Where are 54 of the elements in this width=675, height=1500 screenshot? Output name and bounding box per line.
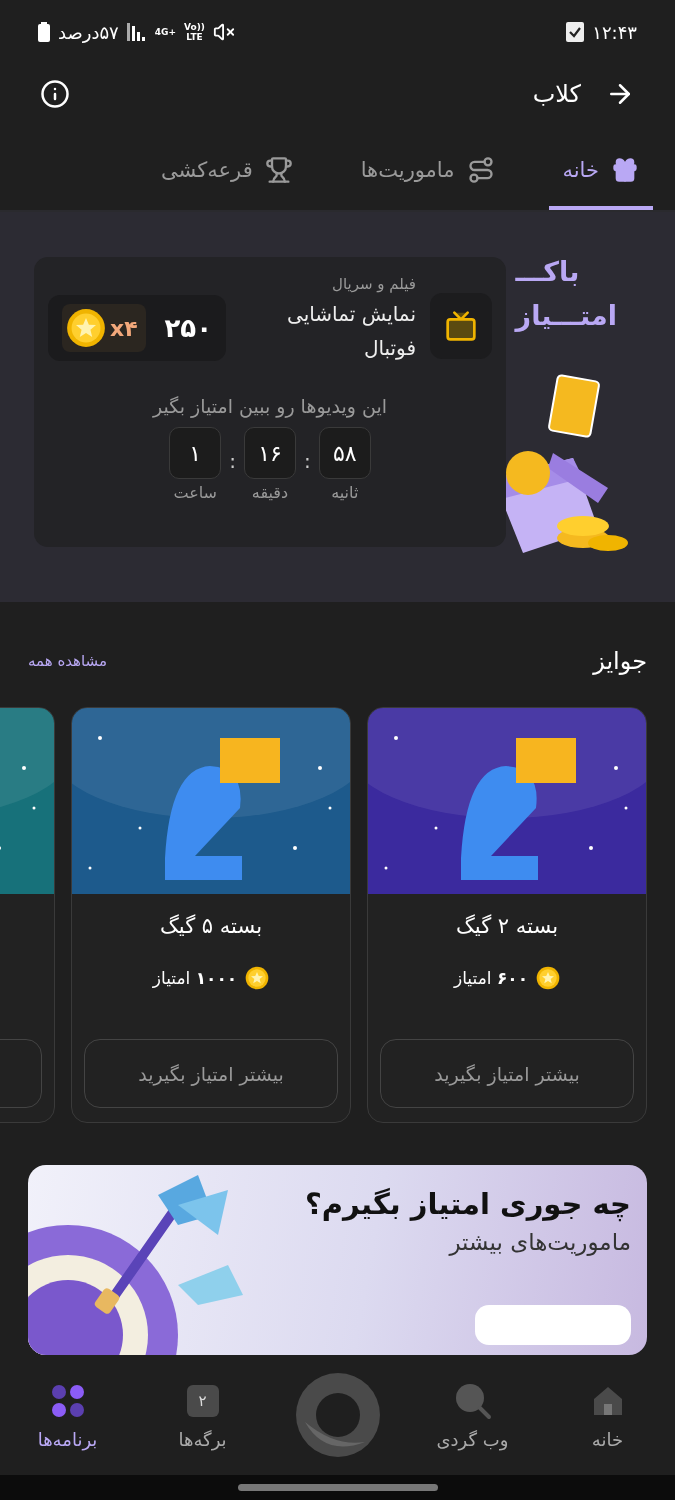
signal-icon [126, 23, 147, 42]
countdown-value: ۵۸ [318, 427, 371, 480]
prize-points: ۶۰۰ امتیاز [454, 968, 528, 988]
clipboard-check-icon [566, 22, 585, 43]
prize-title: بسته ۲ گیگ [456, 914, 558, 938]
countdown-value: ۱۶ [244, 427, 296, 480]
nav-item[interactable]: برنامه‌ها [0, 1380, 135, 1450]
countdown-unit: ساعت [173, 483, 218, 503]
promo-card[interactable]: چه جوری امتیاز بگیرم؟ ماموریت‌های بیشتر [28, 1165, 647, 1355]
ring-logo-icon[interactable] [294, 1372, 381, 1458]
coin-icon [66, 308, 106, 349]
gift-icon [611, 156, 639, 185]
prize-title: بسته ۵ گیگ [160, 914, 262, 938]
prize-card[interactable]: بسته ۵ گیگ ۱۰۰۰ امتیاز بیشتر امتیاز بگیرید [71, 707, 351, 1123]
multiplier-value: x۴ [110, 315, 138, 341]
tabs-count-icon: ۲ [186, 1384, 219, 1417]
tv-icon [445, 310, 477, 343]
nav-item[interactable]: ۲ برگه‌ها [135, 1380, 270, 1450]
task-title: نمایش تماشایی فوتبال [286, 301, 416, 363]
points-value: ۲۵۰ [164, 313, 212, 344]
time-separator: : [229, 449, 236, 474]
banner-heading: باکـــ [515, 255, 580, 290]
nav-item[interactable]: وب گردی [405, 1380, 540, 1450]
countdown-unit: دقیقه [251, 483, 289, 503]
task-hint: این ویدیوها رو ببین امتیاز بگیر [151, 395, 388, 418]
volte-indicator: Vo)) LTE [184, 22, 205, 43]
battery-icon [38, 22, 50, 43]
info-icon[interactable] [40, 79, 70, 110]
promo-title: چه جوری امتیاز بگیرم؟ [305, 1187, 631, 1221]
task-category: فیلم و سریال [331, 275, 416, 294]
get-more-button[interactable]: بیشتر امتیاز بگیرید [380, 1039, 634, 1108]
tab[interactable]: ماموریت‌ها [346, 156, 509, 211]
get-more-button[interactable]: بیشتر امتیاز بگیرید [84, 1039, 338, 1108]
time-separator: : [304, 449, 311, 474]
prize-points: ۱۰۰۰ امتیاز [152, 968, 238, 988]
prize-card[interactable]: بسته ۲ گیگ ۶۰۰ امتیاز بیشتر امتیاز بگیرید [367, 707, 647, 1123]
tab[interactable]: قرعه‌کشی [147, 156, 307, 211]
countdown-unit: ثانیه [331, 483, 359, 503]
battery-percent: ۵۷درصد [58, 21, 119, 43]
search-icon [453, 1381, 492, 1420]
see-all-link[interactable]: مشاهده همه [28, 651, 108, 670]
coin-icon [536, 966, 560, 990]
countdown-value: ۱ [169, 427, 222, 480]
apps-grid-icon [50, 1383, 85, 1418]
section-title: جوایز [593, 646, 647, 675]
coin-icon [245, 966, 270, 990]
promo-subtitle: ماموریت‌های بیشتر [449, 1229, 631, 1255]
network-type: 4G+ [154, 27, 176, 38]
banner-heading: امتـــیاز [515, 299, 617, 334]
nav-item[interactable]: خانه [540, 1380, 675, 1450]
trophy-icon [264, 156, 293, 185]
page-title: کلاب [531, 80, 581, 109]
clock-time: ۱۲:۴۳ [592, 21, 637, 43]
route-icon [466, 156, 495, 185]
